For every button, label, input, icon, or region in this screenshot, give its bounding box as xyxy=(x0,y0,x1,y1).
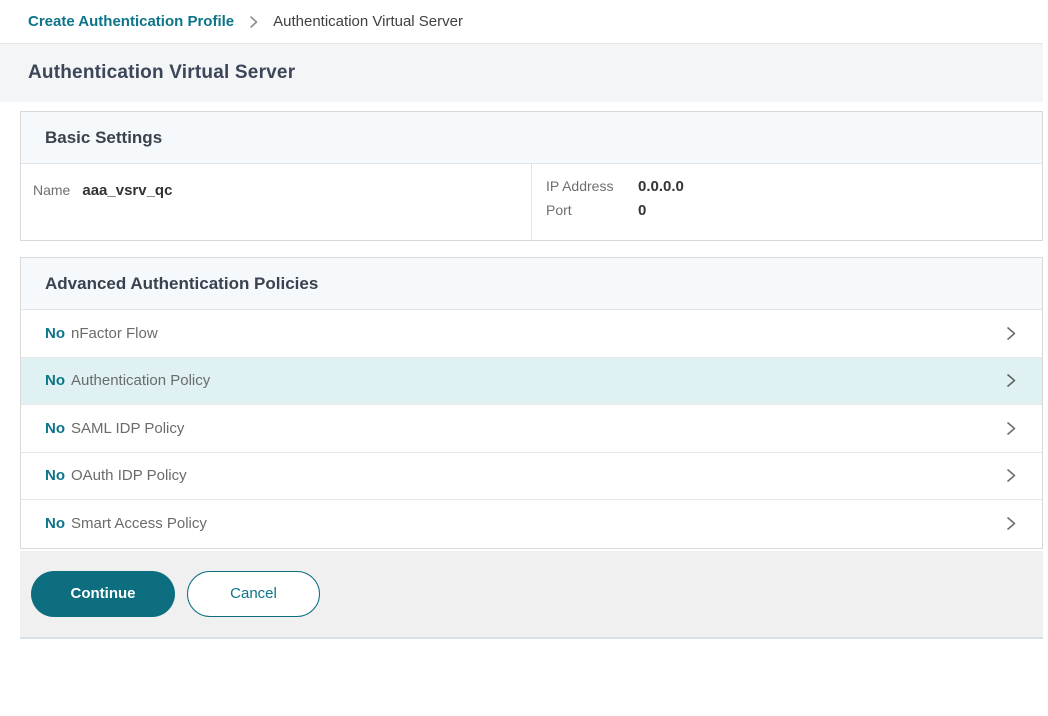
policy-row-authentication-policy[interactable]: No Authentication Policy xyxy=(21,358,1042,406)
chevron-right-icon xyxy=(1003,515,1018,532)
advanced-policies-header: Advanced Authentication Policies xyxy=(21,258,1042,310)
policy-row-label: Smart Access Policy xyxy=(71,515,207,532)
basic-settings-title: Basic Settings xyxy=(45,128,162,148)
advanced-policies-title: Advanced Authentication Policies xyxy=(45,274,318,294)
policy-row-label: Authentication Policy xyxy=(71,372,210,389)
policy-row-smart-access-policy[interactable]: No Smart Access Policy xyxy=(21,500,1042,548)
basic-settings-panel: Basic Settings Name aaa_vsrv_qc IP Addre… xyxy=(20,111,1043,241)
continue-button[interactable]: Continue xyxy=(31,571,175,617)
breadcrumb-link-create-authentication-profile[interactable]: Create Authentication Profile xyxy=(28,13,234,30)
port-value: 0 xyxy=(638,202,646,219)
name-value: aaa_vsrv_qc xyxy=(82,182,172,240)
basic-settings-address-column: IP Address 0.0.0.0 Port 0 xyxy=(532,164,684,240)
chevron-right-icon xyxy=(1003,467,1018,484)
chevron-right-icon xyxy=(1003,372,1018,389)
ip-address-value: 0.0.0.0 xyxy=(638,178,684,195)
basic-settings-content: Name aaa_vsrv_qc IP Address 0.0.0.0 Port… xyxy=(21,164,1042,240)
policy-row-label: nFactor Flow xyxy=(71,325,158,342)
policy-row-nfactor-flow[interactable]: No nFactor Flow xyxy=(21,310,1042,358)
policy-count-badge: No xyxy=(45,420,65,437)
policy-count-badge: No xyxy=(45,325,65,342)
action-bar: Continue Cancel xyxy=(20,551,1043,639)
chevron-right-icon xyxy=(1003,420,1018,437)
ip-address-label: IP Address xyxy=(546,178,638,194)
policy-count-badge: No xyxy=(45,515,65,532)
chevron-right-icon xyxy=(1003,325,1018,342)
policy-count-badge: No xyxy=(45,467,65,484)
policy-row-label: SAML IDP Policy xyxy=(71,420,184,437)
breadcrumb-current: Authentication Virtual Server xyxy=(273,13,463,30)
ip-address-row: IP Address 0.0.0.0 xyxy=(546,178,684,195)
chevron-right-icon xyxy=(248,15,259,29)
page-title-band: Authentication Virtual Server xyxy=(0,44,1043,102)
advanced-authentication-policies-panel: Advanced Authentication Policies NonFact… xyxy=(20,257,1043,549)
port-label: Port xyxy=(546,202,638,218)
policy-row-saml-idp-policy[interactable]: No SAML IDP Policy xyxy=(21,405,1042,453)
basic-settings-header: Basic Settings xyxy=(21,112,1042,164)
name-label: Name xyxy=(33,182,70,240)
port-row: Port 0 xyxy=(546,202,684,219)
policy-count-badge: No xyxy=(45,372,65,389)
basic-settings-name-column: Name aaa_vsrv_qc xyxy=(21,164,532,240)
policy-row-label: OAuth IDP Policy xyxy=(71,467,187,484)
policy-row-oauth-idp-policy[interactable]: No OAuth IDP Policy xyxy=(21,453,1042,501)
cancel-button[interactable]: Cancel xyxy=(187,571,320,617)
content-area: Basic Settings Name aaa_vsrv_qc IP Addre… xyxy=(20,111,1043,639)
app-window: Create Authentication Profile Authentica… xyxy=(0,0,1043,639)
page-title: Authentication Virtual Server xyxy=(28,62,295,84)
breadcrumb: Create Authentication Profile Authentica… xyxy=(0,0,1043,44)
